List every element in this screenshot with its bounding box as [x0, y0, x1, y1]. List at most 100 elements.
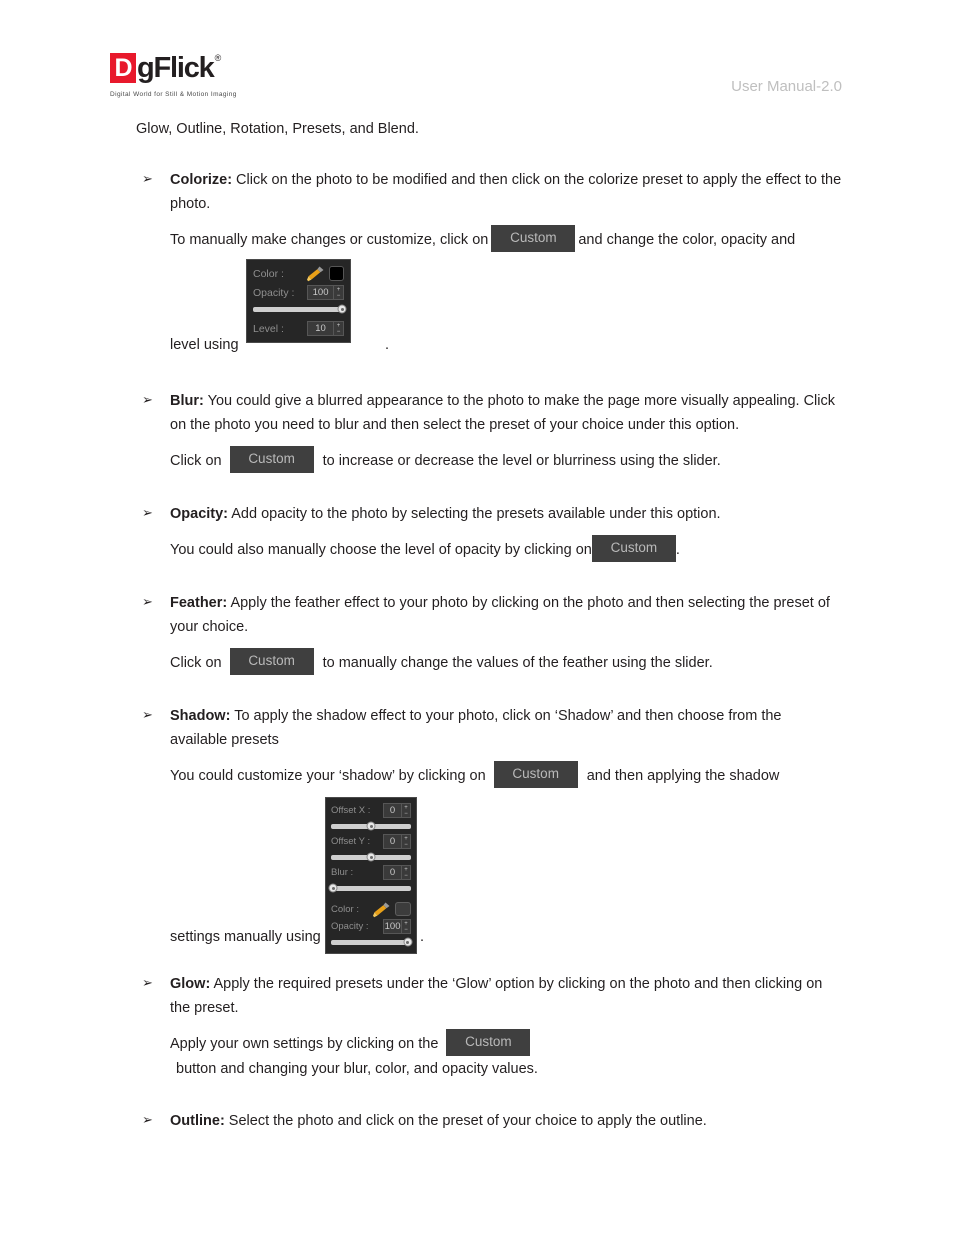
- shadow-opacity-value[interactable]: 100: [383, 919, 403, 934]
- intro-paragraph: Glow, Outline, Rotation, Presets, and Bl…: [136, 121, 419, 137]
- bullet-arrow-icon: ➢: [142, 707, 153, 722]
- opacity-sub-pre: You could also manually choose the level…: [170, 541, 592, 558]
- spinner-down-icon[interactable]: −: [337, 329, 341, 335]
- spinner-down-icon[interactable]: −: [404, 842, 408, 848]
- shadow-color-label: Color :: [331, 903, 359, 915]
- blur-sub-post: to increase or decrease the level or blu…: [322, 452, 721, 469]
- glow-custom-line: Apply your own settings by clicking on t…: [170, 1029, 842, 1081]
- dgflick-logo: D gFlick ® Digital World for Still & Mot…: [110, 53, 237, 98]
- blur-custom-button[interactable]: Custom: [229, 446, 314, 473]
- bullet-arrow-icon: ➢: [142, 171, 153, 186]
- bullet-arrow-icon: ➢: [142, 594, 153, 609]
- shadow-offsetx-spinner[interactable]: + −: [402, 803, 411, 818]
- shadow-body: To apply the shadow effect to your photo…: [170, 708, 782, 748]
- shadow-offsety-spinner[interactable]: + −: [402, 834, 411, 849]
- slider-track[interactable]: [331, 937, 413, 947]
- colorize-title: Colorize:: [170, 172, 233, 188]
- opacity-sub-post: .: [675, 541, 680, 558]
- slider-track[interactable]: [331, 821, 411, 831]
- slider-knob[interactable]: [403, 937, 413, 947]
- shadow-blur-row: Blur : 0 + −: [331, 864, 411, 881]
- shadow-sub-pre: You could customize your ‘shadow’ by cli…: [170, 767, 486, 784]
- slider-knob[interactable]: [366, 821, 376, 831]
- manual-version-label: User Manual-2.0: [731, 78, 842, 95]
- blur-paragraph: Blur: You could give a blurred appearanc…: [170, 389, 842, 437]
- slider-track[interactable]: [328, 883, 411, 893]
- feather-title: Feather:: [170, 595, 228, 611]
- shadow-opacity-spinner[interactable]: + −: [402, 919, 411, 934]
- shadow-settings-panel[interactable]: Offset X : 0 + − Offset Y : 0 + − Blur:…: [325, 797, 417, 954]
- slider-knob[interactable]: [337, 304, 347, 314]
- shadow-color-swatch[interactable]: [395, 902, 411, 916]
- colorize-color-row: Color :: [253, 264, 344, 283]
- glow-paragraph: Glow: Apply the required presets under t…: [170, 972, 842, 1020]
- shadow-opacity-row: Opacity : 100 + −: [331, 918, 411, 935]
- feather-sub-pre: Click on: [170, 654, 222, 671]
- logo-d-badge: D: [110, 53, 136, 83]
- colorize-opacity-slider[interactable]: [253, 302, 347, 316]
- opacity-custom-button[interactable]: Custom: [591, 535, 676, 562]
- bullet-glow: ➢ Glow: Apply the required presets under…: [142, 972, 842, 1081]
- colorize-level-label: Level :: [253, 322, 284, 335]
- colorize-level-value[interactable]: 10: [307, 321, 335, 336]
- colorize-level-spinner[interactable]: + −: [334, 321, 344, 336]
- shadow-blur-slider[interactable]: [328, 881, 411, 895]
- shadow-opacity-slider[interactable]: [331, 935, 413, 949]
- spinner-down-icon[interactable]: −: [404, 873, 408, 879]
- spinner-down-icon[interactable]: −: [404, 927, 408, 933]
- colorize-sub-post: and change the color, opacity and: [578, 231, 796, 248]
- shadow-offsetx-value[interactable]: 0: [383, 803, 403, 818]
- feather-custom-button[interactable]: Custom: [229, 648, 314, 675]
- shadow-blur-label: Blur :: [331, 867, 354, 878]
- shadow-offsety-slider[interactable]: [331, 850, 411, 864]
- shadow-tail-post: .: [420, 929, 425, 945]
- shadow-offsetx-row: Offset X : 0 + −: [331, 802, 411, 819]
- slider-track[interactable]: [253, 304, 347, 314]
- feather-body: Apply the feather effect to your photo b…: [170, 595, 830, 635]
- colorize-settings-panel[interactable]: Color : Opacity : 100 + − Level: 10 + −: [246, 259, 351, 343]
- shadow-blur-value[interactable]: 0: [383, 865, 403, 880]
- shadow-blur-spinner[interactable]: + −: [402, 865, 411, 880]
- logo-wordmark: D gFlick ®: [110, 53, 237, 87]
- shadow-offsety-value[interactable]: 0: [383, 834, 403, 849]
- outline-title: Outline:: [170, 1113, 225, 1129]
- spinner-down-icon[interactable]: −: [337, 293, 341, 299]
- shadow-color-row: Color :: [331, 900, 411, 918]
- colorize-color-label: Color :: [253, 267, 284, 280]
- shadow-offsety-row: Offset Y : 0 + −: [331, 833, 411, 850]
- glow-sub-pre: Apply your own settings by clicking on t…: [170, 1035, 439, 1052]
- registered-trademark-icon: ®: [214, 53, 222, 63]
- colorize-custom-line: To manually make changes or customize, c…: [170, 225, 842, 253]
- shadow-offsety-label: Offset Y :: [331, 836, 371, 847]
- shadow-custom-button[interactable]: Custom: [493, 761, 578, 788]
- colorize-opacity-label: Opacity :: [253, 286, 295, 299]
- opacity-body: Add opacity to the photo by selecting th…: [228, 506, 721, 522]
- logo-tagline: Digital World for Still & Motion Imaging: [110, 91, 237, 98]
- shadow-offsetx-slider[interactable]: [331, 819, 411, 833]
- shadow-panel-row: settings manually using Offset X : 0 + −: [170, 797, 842, 954]
- eyedropper-icon[interactable]: [371, 901, 391, 918]
- colorize-opacity-spinner[interactable]: + −: [334, 285, 344, 300]
- shadow-title: Shadow:: [170, 708, 231, 724]
- document-body: Glow, Outline, Rotation, Presets, and Bl…: [0, 110, 954, 1133]
- shadow-tail-pre: settings manually using: [170, 929, 321, 945]
- shadow-paragraph: Shadow: To apply the shadow effect to yo…: [170, 704, 842, 752]
- colorize-opacity-row: Opacity : 100 + −: [253, 283, 344, 302]
- slider-knob[interactable]: [328, 883, 338, 893]
- eyedropper-icon[interactable]: [305, 265, 325, 282]
- colorize-color-swatch[interactable]: [329, 266, 344, 281]
- colorize-opacity-value[interactable]: 100: [307, 285, 335, 300]
- spinner-down-icon[interactable]: −: [404, 811, 408, 817]
- blur-sub-pre: Click on: [170, 452, 222, 469]
- shadow-sub-post: and then applying the shadow: [586, 767, 780, 784]
- glow-custom-button[interactable]: Custom: [446, 1029, 531, 1056]
- bullet-outline: ➢ Outline: Select the photo and click on…: [142, 1109, 842, 1133]
- slider-knob[interactable]: [366, 852, 376, 862]
- slider-track[interactable]: [331, 852, 411, 862]
- colorize-body: Click on the photo to be modified and th…: [170, 172, 842, 212]
- blur-title: Blur:: [170, 393, 204, 409]
- bullet-arrow-icon: ➢: [142, 1112, 153, 1127]
- colorize-custom-button[interactable]: Custom: [491, 225, 576, 252]
- colorize-panel-row: level using Color : Opacity : 100 + − Le…: [170, 259, 842, 359]
- bullet-feather: ➢ Feather: Apply the feather effect to y…: [142, 591, 842, 676]
